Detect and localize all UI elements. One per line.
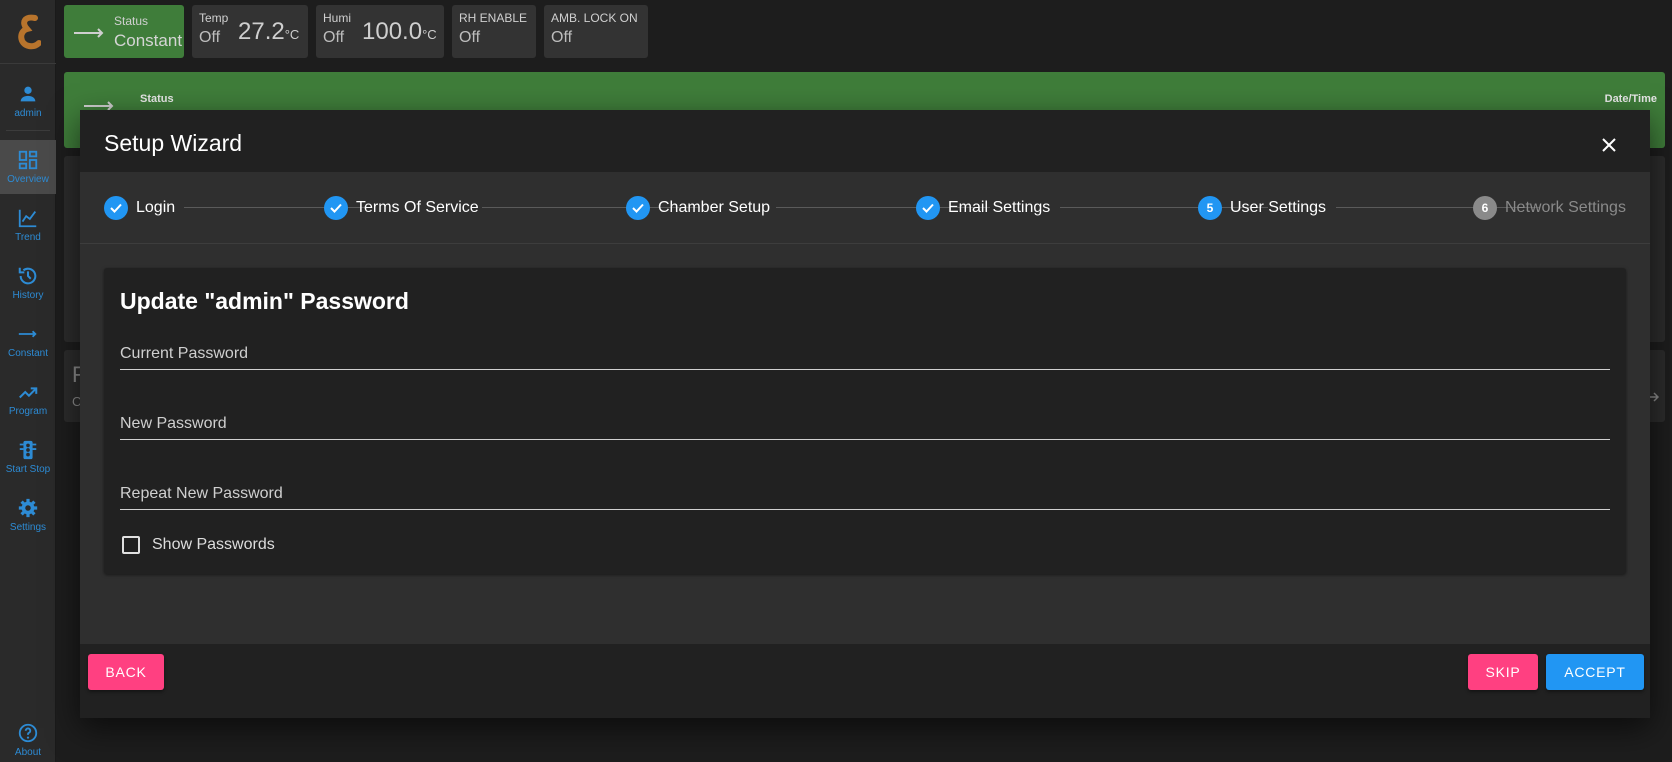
sidebar-item-constant[interactable]: Constant — [0, 314, 56, 368]
step-number: 5 — [1198, 196, 1222, 220]
step-user-settings[interactable]: 5 User Settings — [1198, 196, 1326, 220]
sidebar-item-label: Start Stop — [5, 464, 51, 475]
humi-tile[interactable]: Humi Off 100.0°C — [316, 5, 444, 58]
step-login[interactable]: Login — [104, 196, 175, 220]
step-number: 6 — [1473, 196, 1497, 220]
step-label: Network Settings — [1505, 199, 1626, 216]
temp-tile[interactable]: Temp Off 27.2°C — [192, 5, 308, 58]
step-email-settings[interactable]: Email Settings — [916, 196, 1050, 220]
sidebar-item-overview[interactable]: Overview — [0, 140, 56, 194]
sidebar-item-label: Settings — [9, 522, 47, 533]
amb-lock-tile[interactable]: AMB. LOCK ON Off — [544, 5, 648, 58]
trend-chart-icon — [18, 209, 37, 228]
logo-icon — [18, 14, 41, 49]
sidebar-item-label: admin — [14, 108, 42, 119]
status-tile[interactable]: Status Constant — [64, 5, 184, 58]
help-circle-icon — [18, 723, 38, 743]
overview-status-label: Status — [140, 93, 174, 105]
dialog-footer: BACK SKIP ACCEPT — [80, 644, 1650, 718]
rh-enable-label: RH ENABLE — [459, 11, 528, 25]
dialog-title: Setup Wizard — [104, 130, 243, 156]
gear-icon — [18, 498, 38, 518]
new-password-field[interactable] — [120, 400, 1610, 440]
sidebar-item-label: Trend — [15, 232, 41, 243]
sidebar-item-label: History — [12, 290, 44, 301]
amb-lock-label: AMB. LOCK ON — [551, 11, 638, 25]
show-passwords-label: Show Passwords — [152, 536, 275, 553]
current-password-input[interactable] — [120, 330, 1610, 369]
sidebar-item-settings[interactable]: Settings — [0, 488, 56, 542]
rh-enable-state: Off — [459, 29, 481, 46]
sidebar-item-label: Overview — [7, 174, 49, 185]
sidebar-item-about[interactable]: About — [0, 720, 56, 760]
skip-button[interactable]: SKIP — [1468, 654, 1538, 690]
app-logo[interactable] — [0, 0, 56, 64]
wizard-content: Update "admin" Password Show Passwords — [80, 244, 1650, 644]
step-label: User Settings — [1230, 199, 1327, 216]
temp-unit: °C — [284, 27, 300, 42]
step-label: Email Settings — [948, 199, 1051, 216]
repeat-password-field[interactable] — [120, 470, 1610, 510]
show-passwords-toggle[interactable]: Show Passwords — [122, 536, 275, 554]
show-passwords-checkbox[interactable] — [122, 536, 140, 554]
check-icon — [104, 196, 128, 220]
setup-wizard-dialog: Setup Wizard Login Terms Of Service Cham… — [80, 110, 1650, 718]
sidebar-item-history[interactable]: History — [0, 256, 56, 310]
step-terms-of-service[interactable]: Terms Of Service — [324, 196, 479, 220]
wizard-stepper: Login Terms Of Service Chamber Setup Ema… — [80, 172, 1650, 244]
check-icon — [324, 196, 348, 220]
step-label: Chamber Setup — [658, 199, 771, 216]
repeat-password-input[interactable] — [120, 470, 1610, 509]
step-chamber-setup[interactable]: Chamber Setup — [626, 196, 770, 220]
humi-value: 100.0 — [362, 18, 423, 45]
traffic-light-icon — [19, 440, 37, 460]
arrow-right-icon — [74, 28, 104, 38]
sidebar-item-start-stop[interactable]: Start Stop — [0, 430, 56, 484]
sidebar-item-program[interactable]: Program — [0, 372, 56, 426]
check-icon — [916, 196, 940, 220]
step-network-settings[interactable]: 6 Network Settings — [1473, 196, 1626, 220]
sidebar: admin Overview Trend History Constant Pr… — [0, 0, 56, 762]
accept-button[interactable]: ACCEPT — [1546, 654, 1644, 690]
status-label: Status — [114, 14, 149, 28]
arrow-right-icon — [18, 330, 37, 338]
close-icon — [1602, 138, 1616, 152]
current-password-field[interactable] — [120, 330, 1610, 370]
form-title: Update "admin" Password — [120, 288, 409, 314]
status-value: Constant — [114, 31, 183, 50]
temp-value: 27.2 — [238, 18, 285, 45]
rh-enable-tile[interactable]: RH ENABLE Off — [452, 5, 536, 58]
sidebar-divider — [6, 130, 50, 131]
back-button[interactable]: BACK — [88, 654, 164, 690]
dashboard-icon — [18, 150, 38, 170]
sidebar-item-admin[interactable]: admin — [0, 74, 56, 128]
step-label: Login — [136, 199, 176, 216]
trending-up-icon — [19, 387, 38, 399]
sidebar-item-label: About — [14, 747, 42, 758]
amb-lock-state: Off — [551, 29, 573, 46]
sidebar-item-label: Constant — [7, 348, 49, 359]
password-form-card: Update "admin" Password Show Passwords — [104, 268, 1626, 574]
close-button[interactable] — [1596, 132, 1622, 158]
humi-unit: °C — [422, 27, 437, 42]
overview-datetime-label: Date/Time — [1604, 93, 1657, 105]
user-icon — [20, 86, 36, 102]
check-icon — [626, 196, 650, 220]
history-icon — [18, 267, 37, 285]
step-label: Terms Of Service — [356, 199, 479, 216]
new-password-input[interactable] — [120, 400, 1610, 439]
sidebar-item-trend[interactable]: Trend — [0, 198, 56, 252]
sidebar-item-label: Program — [8, 406, 48, 417]
